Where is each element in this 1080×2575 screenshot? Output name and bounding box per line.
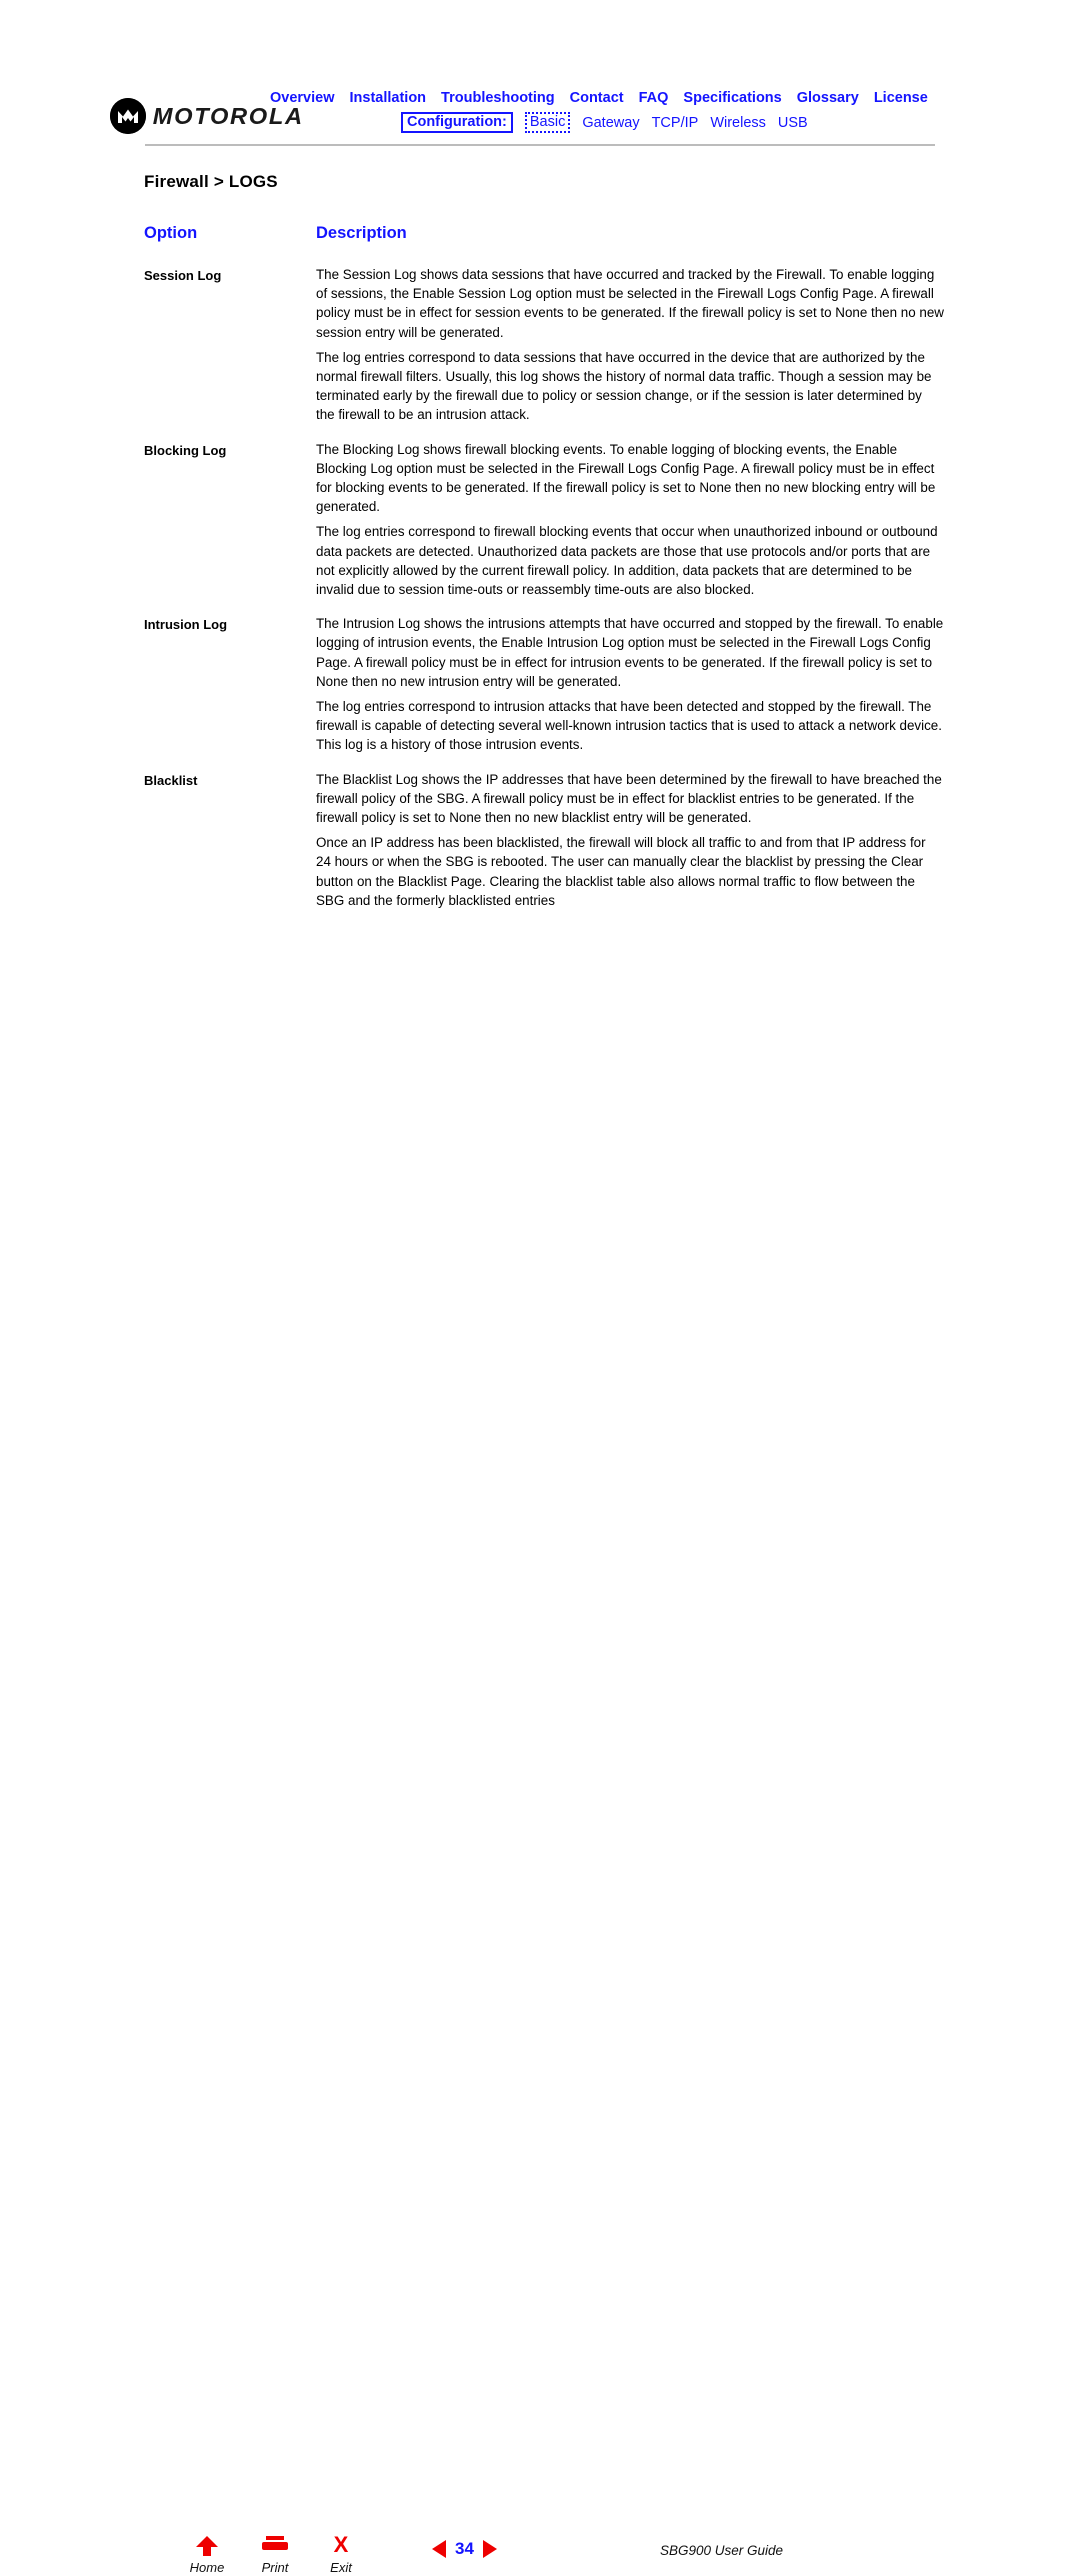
option-description-blocking-log: The Blocking Log shows firewall blocking… (316, 440, 944, 600)
column-header-option: Option (144, 224, 198, 242)
secondary-nav: Configuration: Basic Gateway TCP/IP Wire… (270, 112, 950, 133)
printer-icon (244, 2534, 306, 2560)
nav-item-specifications[interactable]: Specifications (683, 90, 781, 106)
nav-item-license[interactable]: License (874, 90, 928, 106)
paragraph: The log entries correspond to data sessi… (316, 349, 932, 423)
home-button-label: Home (189, 2560, 225, 2575)
option-description-intrusion-log: The Intrusion Log shows the intrusions a… (316, 614, 944, 754)
option-description-session-log: The Session Log shows data sessions that… (316, 265, 944, 425)
paragraph: The Blacklist Log shows the IP addresses… (316, 771, 942, 826)
header-divider (145, 144, 935, 146)
nav-item-overview[interactable]: Overview (270, 90, 335, 106)
option-name-blocking-log: Blocking Log (144, 442, 227, 458)
nav-item-contact[interactable]: Contact (570, 90, 624, 106)
configuration-label: Configuration: (401, 112, 513, 133)
paragraph: The Intrusion Log shows the intrusions a… (316, 616, 944, 689)
nav-item-gateway[interactable]: Gateway (582, 115, 639, 131)
page-header: MOTOROLA Overview Installation Troublesh… (0, 0, 1080, 150)
nav-item-basic[interactable]: Basic (524, 112, 571, 133)
nav-item-troubleshooting[interactable]: Troubleshooting (441, 90, 555, 106)
nav-item-installation[interactable]: Installation (350, 90, 427, 106)
option-name-intrusion-log: Intrusion Log (144, 617, 228, 633)
exit-button[interactable]: X Exit (310, 2534, 372, 2575)
next-page-icon[interactable] (482, 2540, 497, 2558)
print-button[interactable]: Print (244, 2534, 306, 2575)
option-name-session-log: Session Log (144, 268, 222, 283)
nav-item-wireless[interactable]: Wireless (710, 115, 766, 131)
options-table: Option Description Session Log The Sessi… (144, 224, 944, 925)
page-number: 34 (455, 2539, 474, 2558)
page-footer: Home Print X Exit 34 SBG900 User Guide (0, 1262, 1080, 2575)
print-button-label: Print (261, 2560, 289, 2575)
nav-item-usb[interactable]: USB (778, 115, 808, 131)
table-header-row: Option Description (144, 224, 944, 243)
paragraph: The log entries correspond to firewall b… (316, 524, 938, 598)
paragraph: Once an IP address has been blacklisted,… (316, 835, 926, 908)
guide-title: SBG900 User Guide (660, 2543, 784, 2558)
paragraph: The Blocking Log shows firewall blocking… (316, 441, 936, 515)
option-name-blacklist: Blacklist (144, 772, 198, 788)
header-navigation: Overview Installation Troubleshooting Co… (270, 90, 950, 133)
nav-item-glossary[interactable]: Glossary (797, 90, 859, 106)
option-description-blacklist: The Blacklist Log shows the IP addresses… (316, 770, 944, 910)
column-header-description: Description (316, 224, 407, 242)
primary-nav: Overview Installation Troubleshooting Co… (270, 90, 950, 106)
exit-button-label: Exit (330, 2560, 352, 2575)
table-row: Blocking Log The Blocking Log shows fire… (144, 440, 944, 600)
home-icon (176, 2534, 238, 2560)
home-button[interactable]: Home (176, 2534, 238, 2575)
nav-item-faq[interactable]: FAQ (639, 90, 669, 106)
page-title: Firewall > LOGS (144, 172, 278, 191)
table-row: Intrusion Log The Intrusion Log shows th… (144, 614, 944, 754)
close-icon: X (333, 2532, 349, 2557)
table-row: Blacklist The Blacklist Log shows the IP… (144, 770, 944, 910)
previous-page-icon[interactable] (432, 2540, 446, 2558)
paragraph: The Session Log shows data sessions that… (316, 267, 944, 340)
paragraph: The log entries correspond to intrusion … (316, 699, 942, 753)
motorola-batwing-icon (110, 98, 146, 134)
pagination: 34 (432, 2539, 497, 2559)
table-row: Session Log The Session Log shows data s… (144, 265, 944, 425)
nav-item-tcpip[interactable]: TCP/IP (652, 115, 699, 131)
